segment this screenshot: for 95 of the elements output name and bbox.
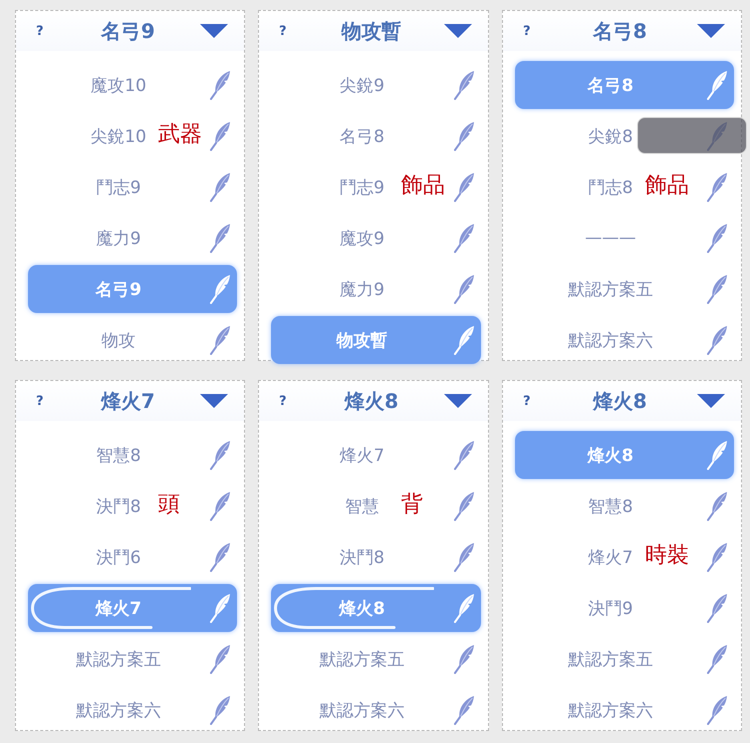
help-question-mark[interactable]: ? [523,24,531,38]
dropdown-caret-icon[interactable] [444,394,472,408]
plan-option[interactable]: 決鬥6 [96,546,141,568]
plan-option[interactable]: 決鬥8 [96,494,141,518]
plan-option[interactable]: 烽火7 [340,444,384,466]
plan-option[interactable]: 魔攻10 [90,74,146,96]
plan-option[interactable]: 默認方案六 [76,698,161,722]
plan-option[interactable]: 名弓9 [96,278,142,300]
plan-option[interactable]: 默認方案五 [76,648,161,670]
annotation-text: 武器 [158,121,202,149]
quill-icon[interactable] [209,70,231,100]
dropdown-title[interactable]: 名弓8 [593,18,647,44]
quill-icon[interactable] [209,542,231,572]
plan-option[interactable]: 物攻 [102,328,136,352]
plan-option[interactable]: 魔力9 [340,278,384,300]
dropdown-caret-icon[interactable] [200,394,228,408]
plan-option[interactable]: 物攻暫 [336,328,388,352]
plan-option[interactable]: 烽火7 [96,596,142,620]
annotation-text: 飾品 [401,172,445,200]
plan-option[interactable]: 魔攻9 [340,226,384,250]
quill-icon[interactable] [706,274,728,304]
quill-icon[interactable] [209,695,231,725]
quill-icon[interactable] [453,695,475,725]
quill-icon[interactable] [453,172,475,202]
dropdown-title[interactable]: 烽火8 [593,388,647,414]
quill-icon[interactable] [209,644,231,674]
quill-icon[interactable] [706,491,728,521]
plan-option[interactable]: 尖銳8 [588,124,633,148]
dropdown-caret-icon[interactable] [444,24,472,38]
quill-icon[interactable] [706,695,728,725]
quill-icon[interactable] [453,274,475,304]
plan-option[interactable]: 默認方案六 [320,698,404,722]
dropdown-title[interactable]: 烽火7 [101,388,155,414]
plan-option[interactable]: 尖銳10 [90,124,146,148]
help-question-mark[interactable]: ? [36,24,44,38]
quill-icon[interactable] [706,644,728,674]
dropdown-title[interactable]: 烽火8 [344,388,398,414]
quill-icon[interactable] [453,644,475,674]
plan-option[interactable]: 尖銳9 [340,74,384,96]
plan-option[interactable]: 名弓8 [588,74,634,96]
quill-icon[interactable] [209,325,231,355]
plan-option[interactable]: 默認方案六 [568,698,653,722]
annotation-text: 時裝 [645,542,689,570]
quill-icon[interactable] [209,172,231,202]
plan-option[interactable]: 默認方案六 [568,328,653,352]
plan-option[interactable]: 智慧 [345,494,379,518]
plan-option[interactable]: 魔力9 [96,226,141,250]
quill-icon[interactable] [453,223,475,253]
help-question-mark[interactable]: ? [279,394,287,408]
quill-icon[interactable] [209,440,231,470]
plan-option[interactable]: 默認方案五 [320,648,404,670]
quill-icon[interactable] [209,223,231,253]
quill-icon[interactable] [453,325,475,355]
quill-icon[interactable] [209,491,231,521]
quill-icon[interactable] [453,593,475,623]
plan-option[interactable]: 默認方案五 [568,278,653,300]
plan-option[interactable]: 決鬥9 [588,596,633,620]
plan-option[interactable]: 烽火8 [339,596,385,620]
quill-icon[interactable] [706,593,728,623]
plan-option[interactable]: 默認方案五 [568,648,653,670]
plan-option[interactable]: ——— [585,228,636,248]
quill-icon[interactable] [706,542,728,572]
annotation-text: 飾品 [645,172,689,200]
plan-option[interactable]: 烽火7 [588,546,633,568]
plan-option[interactable]: 決鬥8 [340,546,384,568]
quill-icon[interactable] [706,223,728,253]
plan-option[interactable]: 名弓8 [340,124,384,148]
quill-icon[interactable] [706,172,728,202]
quill-icon[interactable] [706,325,728,355]
quill-icon[interactable] [453,440,475,470]
quill-icon[interactable] [209,593,231,623]
annotation-text: 背 [401,491,423,519]
quill-icon[interactable] [453,491,475,521]
plan-option[interactable]: 鬥志9 [96,176,141,198]
dropdown-caret-icon[interactable] [697,394,725,408]
help-question-mark[interactable]: ? [279,24,287,38]
quill-icon[interactable] [209,121,231,151]
dropdown-caret-icon[interactable] [697,24,725,38]
dropdown-caret-icon[interactable] [200,24,228,38]
help-question-mark[interactable]: ? [523,394,531,408]
plan-option[interactable]: 鬥志9 [340,176,384,198]
plan-option[interactable]: 智慧8 [588,494,633,518]
quill-icon[interactable] [706,440,728,470]
plan-option[interactable]: 智慧8 [96,444,141,466]
annotation-text: 頭 [158,491,180,519]
dropdown-title[interactable]: 物攻暫 [342,18,402,44]
help-question-mark[interactable]: ? [36,394,44,408]
plan-option[interactable]: 烽火8 [588,444,634,466]
plan-option[interactable]: 鬥志8 [588,176,633,198]
quill-icon[interactable] [453,70,475,100]
quill-icon[interactable] [453,121,475,151]
dropdown-title[interactable]: 名弓9 [101,18,155,44]
quill-icon[interactable] [453,542,475,572]
quill-icon[interactable] [209,274,231,304]
quill-icon[interactable] [706,70,728,100]
